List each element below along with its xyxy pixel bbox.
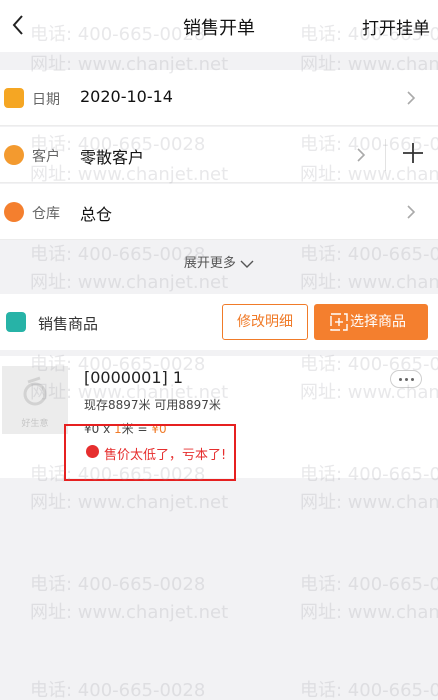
spacer	[0, 52, 438, 70]
calendar-icon	[4, 88, 24, 108]
warehouse-value: 总仓	[80, 205, 113, 224]
open-pending-order-button[interactable]: 打开挂单	[362, 14, 430, 39]
product-placeholder-icon	[23, 376, 47, 406]
watermark-site: 网址: www.chanjet.net	[300, 602, 438, 623]
watermark-site: 网址: www.chanjet.net	[300, 492, 438, 513]
select-goods-label: 选择商品	[350, 314, 406, 330]
product-thumbnail: 好生意	[2, 366, 68, 434]
dot-icon	[405, 378, 408, 381]
dot-icon	[399, 378, 402, 381]
warehouse-label: 仓库	[32, 206, 60, 222]
product-stock: 现存8897米 可用8897米	[84, 398, 221, 412]
dot-icon	[411, 378, 414, 381]
nav-bar: 销售开单 打开挂单	[0, 0, 438, 52]
chevron-right-icon	[407, 205, 416, 219]
warehouse-icon	[4, 202, 24, 222]
goods-icon	[6, 312, 26, 332]
expand-more-toggle[interactable]: 展开更多	[0, 246, 438, 276]
modify-details-button[interactable]: 修改明细	[222, 304, 308, 340]
product-name: [0000001] 1	[84, 368, 184, 387]
thumbnail-logo-text: 好生意	[21, 419, 49, 429]
chevron-down-icon	[240, 260, 254, 268]
sales-goods-header: 销售商品 修改明细 选择商品	[0, 294, 438, 350]
watermark-phone: 电话: 400-665-0028	[30, 680, 206, 700]
watermark-phone: 电话: 400-665-0028	[300, 574, 438, 595]
date-value: 2020-10-14	[80, 87, 173, 106]
user-icon	[4, 145, 24, 165]
divider	[385, 139, 386, 171]
select-goods-icon	[330, 313, 348, 331]
chevron-right-icon	[407, 91, 416, 105]
watermark-site: 网址: www.chanjet.net	[30, 602, 229, 623]
customer-value: 零散客户	[80, 148, 145, 167]
add-customer-icon[interactable]	[400, 140, 426, 166]
watermark-site: 网址: www.chanjet.net	[30, 492, 229, 513]
more-options-button[interactable]	[390, 370, 422, 388]
expand-more-label: 展开更多	[183, 256, 236, 271]
date-label: 日期	[32, 92, 60, 108]
chevron-right-icon	[357, 148, 366, 162]
select-goods-button[interactable]: 选择商品	[314, 304, 428, 340]
watermark-phone: 电话: 400-665-0028	[30, 574, 206, 595]
customer-row[interactable]: 客户 零散客户	[0, 127, 438, 183]
warehouse-row[interactable]: 仓库 总仓	[0, 184, 438, 240]
watermark-phone: 电话: 400-665-0028	[300, 680, 438, 700]
sales-goods-label: 销售商品	[38, 315, 99, 333]
customer-label: 客户	[32, 149, 60, 165]
date-row[interactable]: 日期 2020-10-14	[0, 70, 438, 126]
warning-highlight-box	[64, 424, 236, 481]
